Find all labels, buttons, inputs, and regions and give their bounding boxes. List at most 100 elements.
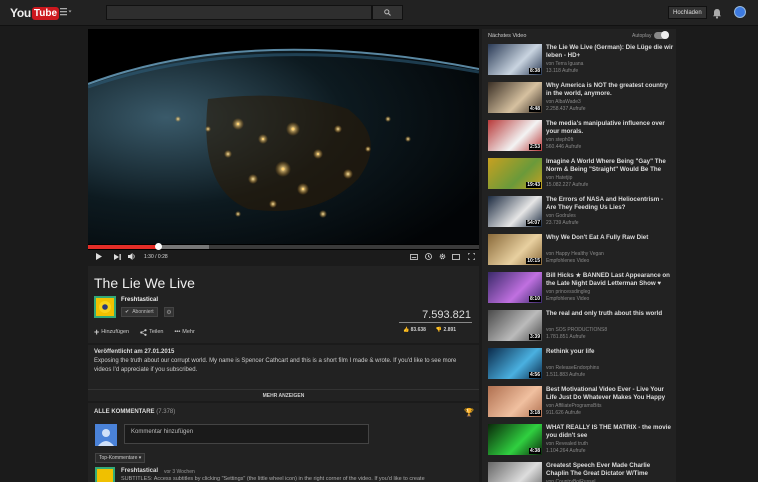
player-controls: 1:30 / 0:28 (88, 250, 479, 263)
comment-time[interactable]: vor 3 Wochen (164, 469, 195, 475)
default-user-icon (95, 424, 117, 446)
subscribed-label: Abonniert (132, 309, 154, 315)
like-count: 83.638 (410, 327, 426, 333)
related-video-item[interactable]: 3:18 Best Motivational Video Ever - Live … (488, 386, 674, 419)
play-button[interactable] (88, 250, 110, 263)
comment-author-avatar[interactable] (95, 467, 115, 482)
dislike-count: 2.891 (443, 327, 457, 333)
autoplay-toggle[interactable] (654, 31, 669, 39)
video-thumbnail[interactable]: 2:53 (488, 120, 542, 151)
sort-comments-dropdown[interactable]: Top-Kommentare ▾ (95, 453, 146, 463)
video-thumbnail[interactable]: 3:39 (488, 310, 542, 341)
related-video-item[interactable]: 3:39 The real and only truth about this w… (488, 310, 674, 343)
more-button[interactable]: ••• Mehr (174, 327, 194, 337)
related-video-title[interactable]: Greatest Speech Ever Made Charlie Chapli… (546, 462, 674, 478)
related-video-title[interactable]: Best Motivational Video Ever - Live Your… (546, 386, 674, 402)
likes-area: 👍 83.638 👎 2.891 (403, 327, 456, 333)
channel-avatar[interactable] (94, 296, 116, 318)
video-thumbnail[interactable]: 10:15 (488, 234, 542, 265)
settings-button[interactable] (435, 250, 449, 263)
next-icon (113, 253, 121, 260)
related-video-views: 1.511.883 Aufrufe (546, 371, 586, 378)
related-video-title[interactable]: The media's manipulative influence over … (546, 120, 674, 136)
video-thumbnail[interactable] (488, 462, 542, 482)
related-video-views: 15.082.227 Aufrufe (546, 181, 589, 188)
comment-input[interactable]: Kommentar hinzufügen (124, 424, 369, 444)
add-to-label: Hinzufügen (101, 329, 130, 335)
next-button[interactable] (110, 250, 124, 263)
notifications-bell-icon[interactable] (712, 6, 722, 24)
video-thumbnail[interactable]: 19:43 (488, 158, 542, 189)
subscription-settings-button[interactable]: ⚙ (164, 307, 174, 317)
related-video-item[interactable]: 10:15 Why We Don't Eat A Fully Raw Diet vo… (488, 234, 674, 267)
related-video-item[interactable]: 2:53 The media's manipulative influence o… (488, 120, 674, 153)
related-video-title[interactable]: The real and only truth about this world (546, 310, 674, 318)
related-sidebar: Nächstes Video Autoplay 8:38 The Lie We L… (482, 29, 676, 482)
comment-author[interactable]: Freshtastical (121, 468, 158, 474)
video-thumbnail[interactable]: 8:10 (488, 272, 542, 303)
related-video-item[interactable]: 8:38 The Lie We Live (German): Die Lüge d… (488, 44, 674, 77)
theater-mode-button[interactable] (449, 250, 463, 263)
checkmark-icon: ✔ (125, 309, 130, 315)
gear-icon (439, 253, 445, 260)
related-video-item[interactable]: Greatest Speech Ever Made Charlie Chapli… (488, 462, 674, 482)
search-button[interactable] (372, 5, 403, 20)
description-panel: Veröffentlicht am 27.01.2015 Exposing th… (88, 345, 479, 401)
related-video-title[interactable]: The Lie We Live (German): Die Lüge die w… (546, 44, 674, 60)
video-title: The Lie We Live (94, 275, 195, 291)
related-video-item[interactable]: 4:56 Rethink your life von ReleaseEndorphi… (488, 348, 674, 381)
related-video-title[interactable]: Why We Don't Eat A Fully Raw Diet (546, 234, 674, 242)
add-to-button[interactable]: + Hinzufügen (94, 327, 129, 337)
video-thumbnail[interactable]: 54:07 (488, 196, 542, 227)
upload-button[interactable]: Hochladen (668, 6, 707, 19)
related-video-title[interactable]: Why America is NOT the greatest country … (546, 82, 674, 98)
youtube-logo[interactable]: You Tube (10, 5, 60, 21)
duration-badge: 19:43 (526, 182, 541, 188)
logo-tube: Tube (31, 6, 60, 20)
duration-badge: 8:10 (528, 296, 541, 302)
related-video-item[interactable]: 54:07 The Errors of NASA and Heliocentris… (488, 196, 674, 229)
progress-bar[interactable] (88, 243, 479, 250)
share-button[interactable]: Teilen (140, 327, 163, 337)
subscribed-button[interactable]: ✔ Abonniert (121, 307, 158, 317)
related-video-item[interactable]: 8:10 Bill Hicks ★ BANNED Last Appearance … (488, 272, 674, 305)
video-thumbnail[interactable]: 4:48 (488, 82, 542, 113)
thumbs-up-icon: 👍 (403, 327, 410, 333)
fullscreen-button[interactable] (463, 250, 479, 263)
dislike-button[interactable]: 👎 2.891 (436, 327, 456, 333)
video-thumbnail[interactable]: 4:38 (488, 424, 542, 455)
related-video-title[interactable]: Bill Hicks ★ BANNED Last Appearance on t… (546, 272, 674, 288)
search-input[interactable] (106, 5, 372, 20)
channel-name[interactable]: Freshtastical (121, 297, 158, 303)
subtitles-button[interactable] (407, 250, 421, 263)
guide-menu-icon[interactable] (60, 7, 72, 19)
gear-icon: ⚙ (166, 309, 172, 316)
related-video-item[interactable]: 4:48 Why America is NOT the greatest coun… (488, 82, 674, 115)
related-video-meta: von Godrules 23.739 Aufrufe (546, 213, 674, 226)
video-player[interactable]: 1:30 / 0:28 (88, 29, 479, 263)
related-video-title[interactable]: The Errors of NASA and Heliocentrism - A… (546, 196, 674, 212)
related-video-views: 560.446 Aufrufe (546, 143, 582, 150)
related-video-views: Empfohlenes Video (546, 295, 590, 302)
trophy-icon[interactable]: 🏆 (464, 408, 474, 417)
related-video-title[interactable]: Rethink your life (546, 348, 674, 356)
related-video-item[interactable]: 4:38 WHAT REALLY IS THE MATRIX - the movi… (488, 424, 674, 457)
like-button[interactable]: 👍 83.638 (403, 327, 426, 333)
related-video-item[interactable]: 19:43 Imagine A World Where Being "Gay" T… (488, 158, 674, 191)
share-label: Teilen (149, 329, 164, 335)
video-thumbnail[interactable]: 3:18 (488, 386, 542, 417)
video-frame[interactable] (88, 29, 479, 244)
video-thumbnail[interactable]: 4:56 (488, 348, 542, 379)
show-more-button[interactable]: MEHR ANZEIGEN (88, 389, 479, 401)
earth-night-image (88, 29, 479, 244)
related-video-title[interactable]: Imagine A World Where Being "Gay" The No… (546, 158, 674, 174)
volume-button[interactable] (124, 250, 140, 263)
video-thumbnail[interactable]: 8:38 (488, 44, 542, 75)
related-video-meta: von steph0ft 560.446 Aufrufe (546, 137, 674, 150)
autoplay-toggle-knob (661, 31, 669, 39)
user-avatar[interactable] (734, 6, 746, 18)
watch-later-button[interactable] (421, 250, 435, 263)
related-video-title[interactable]: WHAT REALLY IS THE MATRIX - the movie yo… (546, 424, 674, 440)
logo-you: You (10, 6, 31, 20)
related-video-views: 1.104.264 Aufrufe (546, 447, 586, 454)
